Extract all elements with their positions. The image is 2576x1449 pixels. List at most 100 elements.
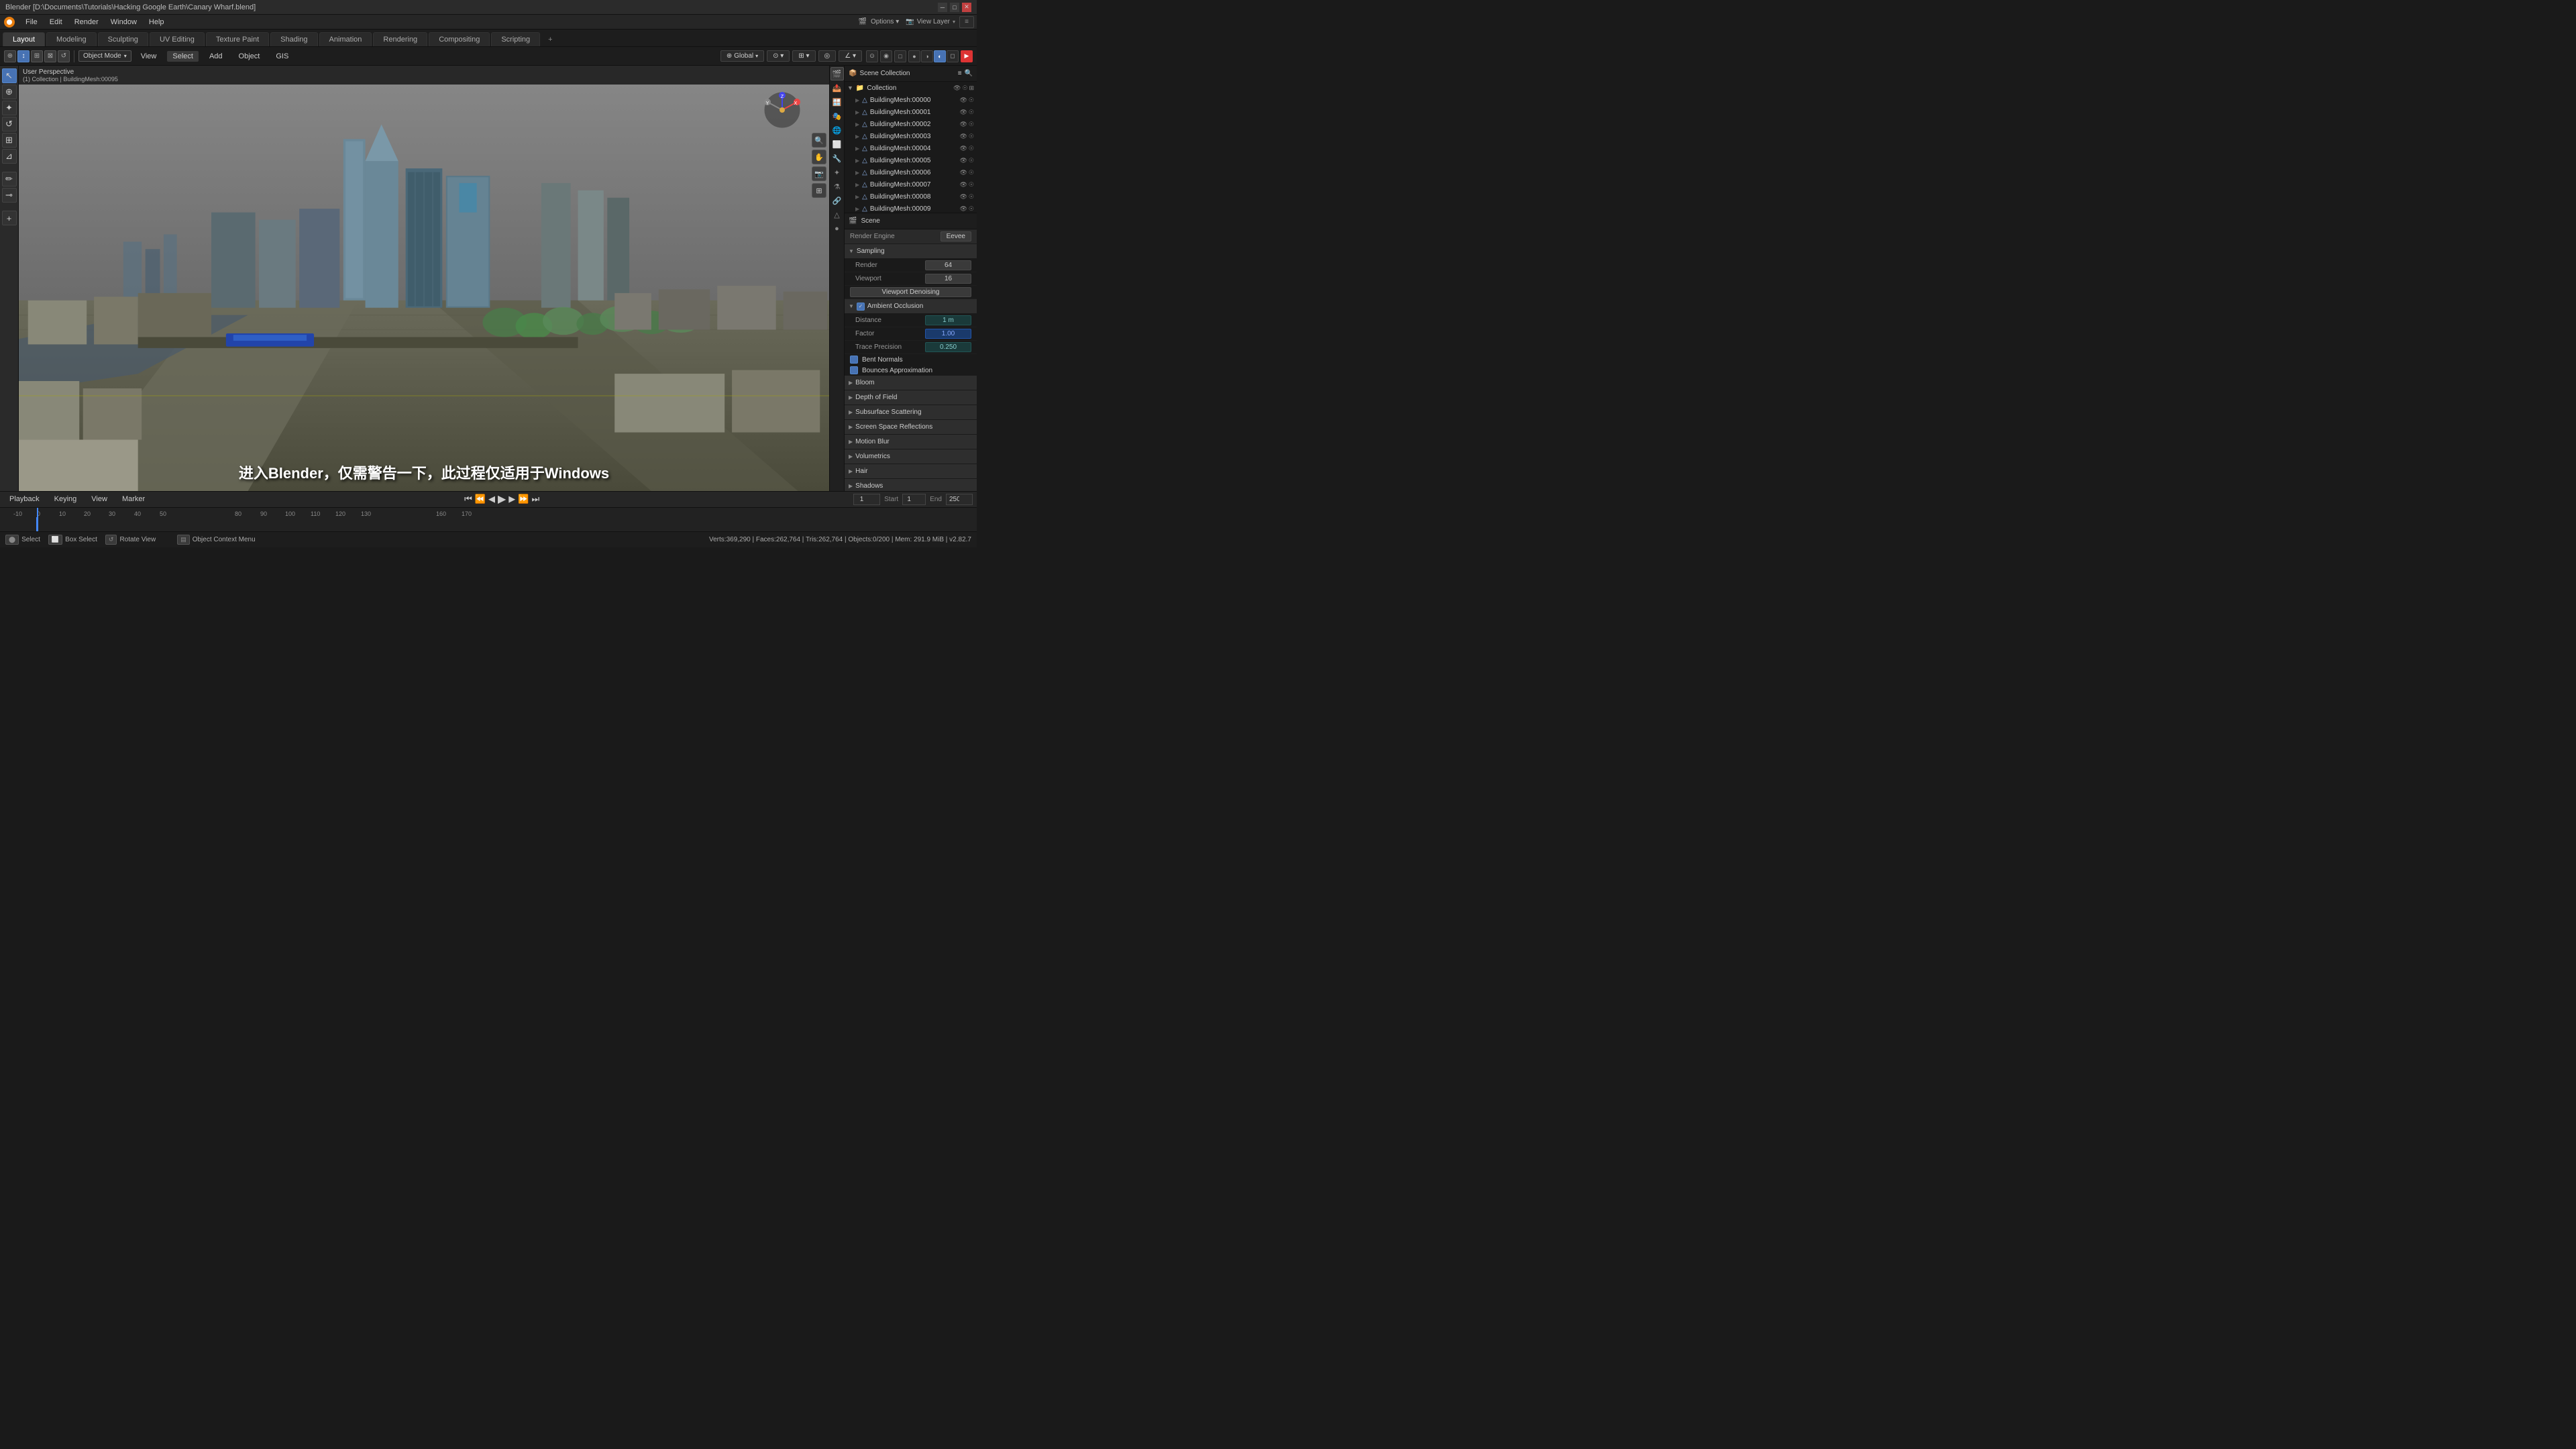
physics-props-icon[interactable]: ⚗ bbox=[830, 180, 844, 193]
rotate-view-btn[interactable]: ↺ bbox=[105, 535, 117, 545]
render-props-icon[interactable]: 🎬 bbox=[830, 67, 844, 80]
add-menu[interactable]: Add bbox=[204, 51, 228, 62]
marker-menu[interactable]: Marker bbox=[117, 494, 150, 504]
grid-icon[interactable]: ⊞ bbox=[812, 183, 826, 198]
close-button[interactable]: ✕ bbox=[962, 3, 971, 12]
particles-props-icon[interactable]: ✦ bbox=[830, 166, 844, 179]
gizmo-toggle[interactable]: ⊙ bbox=[866, 50, 878, 62]
viewport-gizmo[interactable]: X Y Z bbox=[762, 90, 802, 130]
maximize-button[interactable]: □ bbox=[950, 3, 959, 12]
bounces-approx-checkbox[interactable] bbox=[850, 366, 858, 374]
menu-edit[interactable]: Edit bbox=[44, 17, 68, 28]
wireframe-mode[interactable]: ◻ bbox=[947, 50, 959, 62]
render-engine-value[interactable]: Eevee bbox=[941, 231, 971, 241]
material-props-icon[interactable]: ● bbox=[830, 222, 844, 235]
scale-icon[interactable]: ⊠ bbox=[44, 50, 56, 62]
menu-render[interactable]: Render bbox=[69, 17, 104, 28]
factor-value[interactable]: 1.00 bbox=[925, 329, 971, 339]
move-tool[interactable]: ✦ bbox=[2, 101, 17, 115]
transform-pivot[interactable]: ⊙ ▾ bbox=[767, 50, 790, 62]
outliner-item-1[interactable]: ▶ △ BuildingMesh:00001 👁☉ bbox=[845, 106, 977, 118]
scale-tool[interactable]: ⊞ bbox=[2, 133, 17, 148]
bloom-section-header[interactable]: ▶ Bloom bbox=[845, 376, 977, 390]
outliner-search[interactable]: 🔍 bbox=[965, 70, 973, 77]
object-menu[interactable]: Object bbox=[233, 51, 266, 62]
start-frame-input[interactable] bbox=[902, 494, 926, 505]
rotate-icon[interactable]: ↺ bbox=[58, 50, 70, 62]
outliner-item-3[interactable]: ▶ △ BuildingMesh:00003 👁☉ bbox=[845, 130, 977, 142]
viewport-value[interactable]: 16 bbox=[925, 274, 971, 284]
render-button[interactable]: ▶ bbox=[961, 50, 973, 62]
constraints-props-icon[interactable]: 🔗 bbox=[830, 194, 844, 207]
annotate-tool[interactable]: ✏ bbox=[2, 172, 17, 186]
object-props-icon[interactable]: ⬜ bbox=[830, 138, 844, 151]
ambient-occlusion-header[interactable]: ▼ ✓ Ambient Occlusion bbox=[845, 299, 977, 314]
tab-compositing[interactable]: Compositing bbox=[429, 32, 490, 46]
box-select-btn[interactable]: ⬜ bbox=[48, 535, 62, 545]
tab-rendering[interactable]: Rendering bbox=[373, 32, 427, 46]
outliner-item-0[interactable]: ▶ △ BuildingMesh:00000 👁☉ bbox=[845, 94, 977, 106]
zoom-icon[interactable]: 🔍 bbox=[812, 133, 826, 148]
prev-frame-button[interactable]: ◀ bbox=[488, 494, 495, 504]
subsurface-scattering-section[interactable]: ▶ Subsurface Scattering bbox=[845, 405, 977, 420]
world-props-icon[interactable]: 🌐 bbox=[830, 123, 844, 137]
current-frame-input[interactable] bbox=[853, 494, 880, 505]
keying-menu[interactable]: Keying bbox=[49, 494, 83, 504]
trace-precision-value[interactable]: 0.250 bbox=[925, 342, 971, 352]
jump-end-button[interactable]: ⏭ bbox=[531, 494, 539, 504]
viewport[interactable]: User Perspective (1) Collection | Buildi… bbox=[19, 66, 829, 491]
tab-scripting[interactable]: Scripting bbox=[491, 32, 540, 46]
proportional-edit[interactable]: ◎ bbox=[818, 50, 837, 62]
ssr-section[interactable]: ▶ Screen Space Reflections bbox=[845, 420, 977, 435]
play-button[interactable]: ▶ bbox=[498, 492, 506, 506]
data-props-icon[interactable]: △ bbox=[830, 208, 844, 221]
menu-help[interactable]: Help bbox=[144, 17, 170, 28]
tab-animation[interactable]: Animation bbox=[319, 32, 372, 46]
ambient-occlusion-checkbox[interactable]: ✓ bbox=[857, 303, 865, 311]
outliner-filter[interactable]: ≡ bbox=[958, 70, 962, 77]
snap-toggle[interactable]: ⊞ ▾ bbox=[792, 50, 815, 62]
view-layer-icon[interactable]: 🪟 bbox=[830, 95, 844, 109]
add-workspace-button[interactable]: + bbox=[541, 33, 559, 46]
outliner-collection[interactable]: ▼ 📁 Collection 👁☉⊞ bbox=[845, 82, 977, 94]
distance-value[interactable]: 1 m bbox=[925, 315, 971, 325]
angle-snap[interactable]: ∠ ▾ bbox=[839, 50, 862, 62]
object-mode-dropdown[interactable]: Object Mode ▾ bbox=[78, 50, 131, 62]
solid-mode[interactable]: ● bbox=[908, 50, 920, 62]
prev-keyframe-button[interactable]: ⏪ bbox=[475, 494, 486, 504]
menu-file[interactable]: File bbox=[20, 17, 43, 28]
outliner-item-9[interactable]: ▶ △ BuildingMesh:00009 👁☉ bbox=[845, 203, 977, 213]
context-menu-btn[interactable]: ▤ bbox=[177, 535, 190, 545]
tab-uv-editing[interactable]: UV Editing bbox=[150, 32, 205, 46]
select-tool[interactable]: ↖ bbox=[2, 68, 17, 83]
playback-menu[interactable]: Playback bbox=[4, 494, 45, 504]
tab-sculpting[interactable]: Sculpting bbox=[98, 32, 148, 46]
output-props-icon[interactable]: 📤 bbox=[830, 81, 844, 95]
transform-tool[interactable]: ⊿ bbox=[2, 149, 17, 164]
view-menu-tl[interactable]: View bbox=[86, 494, 113, 504]
next-frame-button[interactable]: ▶ bbox=[508, 494, 515, 504]
minimize-button[interactable]: ─ bbox=[938, 3, 947, 12]
overlay-toggle[interactable]: ◉ bbox=[880, 50, 892, 62]
tab-shading[interactable]: Shading bbox=[270, 32, 317, 46]
outliner-item-7[interactable]: ▶ △ BuildingMesh:00007 👁☉ bbox=[845, 178, 977, 191]
scene-props-icon[interactable]: 🎭 bbox=[830, 109, 844, 123]
pan-icon[interactable]: ✋ bbox=[812, 150, 826, 164]
rotate-tool[interactable]: ↺ bbox=[2, 117, 17, 131]
timeline-track[interactable]: -10 0 10 20 30 40 50 80 90 100 110 120 1… bbox=[0, 508, 977, 531]
camera-icon[interactable]: 📷 bbox=[812, 166, 826, 181]
shadows-section[interactable]: ▶ Shadows bbox=[845, 479, 977, 491]
outliner-item-8[interactable]: ▶ △ BuildingMesh:00008 👁☉ bbox=[845, 191, 977, 203]
volumetrics-section[interactable]: ▶ Volumetrics bbox=[845, 449, 977, 464]
filter-button[interactable]: ≡ bbox=[959, 16, 974, 28]
sampling-section-header[interactable]: ▼ Sampling bbox=[845, 244, 977, 259]
viewport-denoising-btn[interactable]: Viewport Denoising bbox=[850, 287, 971, 297]
jump-start-button[interactable]: ⏮ bbox=[464, 494, 472, 504]
next-keyframe-button[interactable]: ⏩ bbox=[518, 494, 529, 504]
gis-menu[interactable]: GIS bbox=[270, 51, 294, 62]
hair-section[interactable]: ▶ Hair bbox=[845, 464, 977, 479]
tab-layout[interactable]: Layout bbox=[3, 32, 45, 46]
xray-toggle[interactable]: □ bbox=[894, 50, 906, 62]
motion-blur-section[interactable]: ▶ Motion Blur bbox=[845, 435, 977, 449]
tab-modeling[interactable]: Modeling bbox=[46, 32, 97, 46]
